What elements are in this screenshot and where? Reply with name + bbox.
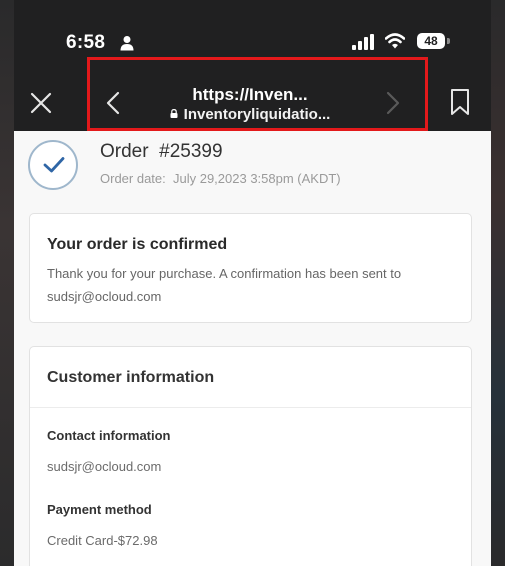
confirmation-card: Your order is confirmed Thank you for yo…	[29, 213, 472, 323]
customer-information-title: Customer information	[47, 369, 215, 386]
order-date: Order date: July 29,2023 3:58pm (AKDT)	[100, 171, 341, 186]
status-time: 6:58	[66, 32, 106, 53]
order-number: Order #25399	[100, 141, 223, 162]
confirmation-message: Thank you for your purchase. A confirmat…	[47, 266, 402, 304]
wifi-icon	[385, 33, 405, 49]
close-icon[interactable]	[28, 90, 54, 116]
confirmation-title: Your order is confirmed	[47, 236, 228, 253]
person-icon	[120, 36, 134, 51]
url-highlight-box	[87, 57, 428, 131]
payment-method-label: Payment method	[47, 502, 152, 517]
customer-information-card: Customer information Contact information…	[29, 346, 472, 566]
signal-icon	[352, 34, 374, 50]
battery-icon: 48	[417, 33, 445, 49]
contact-email: sudsjr@ocloud.com	[47, 459, 162, 474]
order-confirmed-check-icon	[28, 140, 78, 190]
order-page: Order #25399 Order date: July 29,2023 3:…	[14, 131, 491, 566]
bookmark-icon[interactable]	[450, 88, 470, 116]
background-right	[491, 0, 505, 566]
phone-screen: 6:58 48 https://Inven... Inventoryliquid	[14, 0, 491, 566]
battery-nub	[447, 38, 450, 44]
contact-information-label: Contact information	[47, 428, 171, 443]
payment-method-value: Credit Card-$72.98	[47, 533, 158, 548]
divider	[30, 407, 471, 408]
